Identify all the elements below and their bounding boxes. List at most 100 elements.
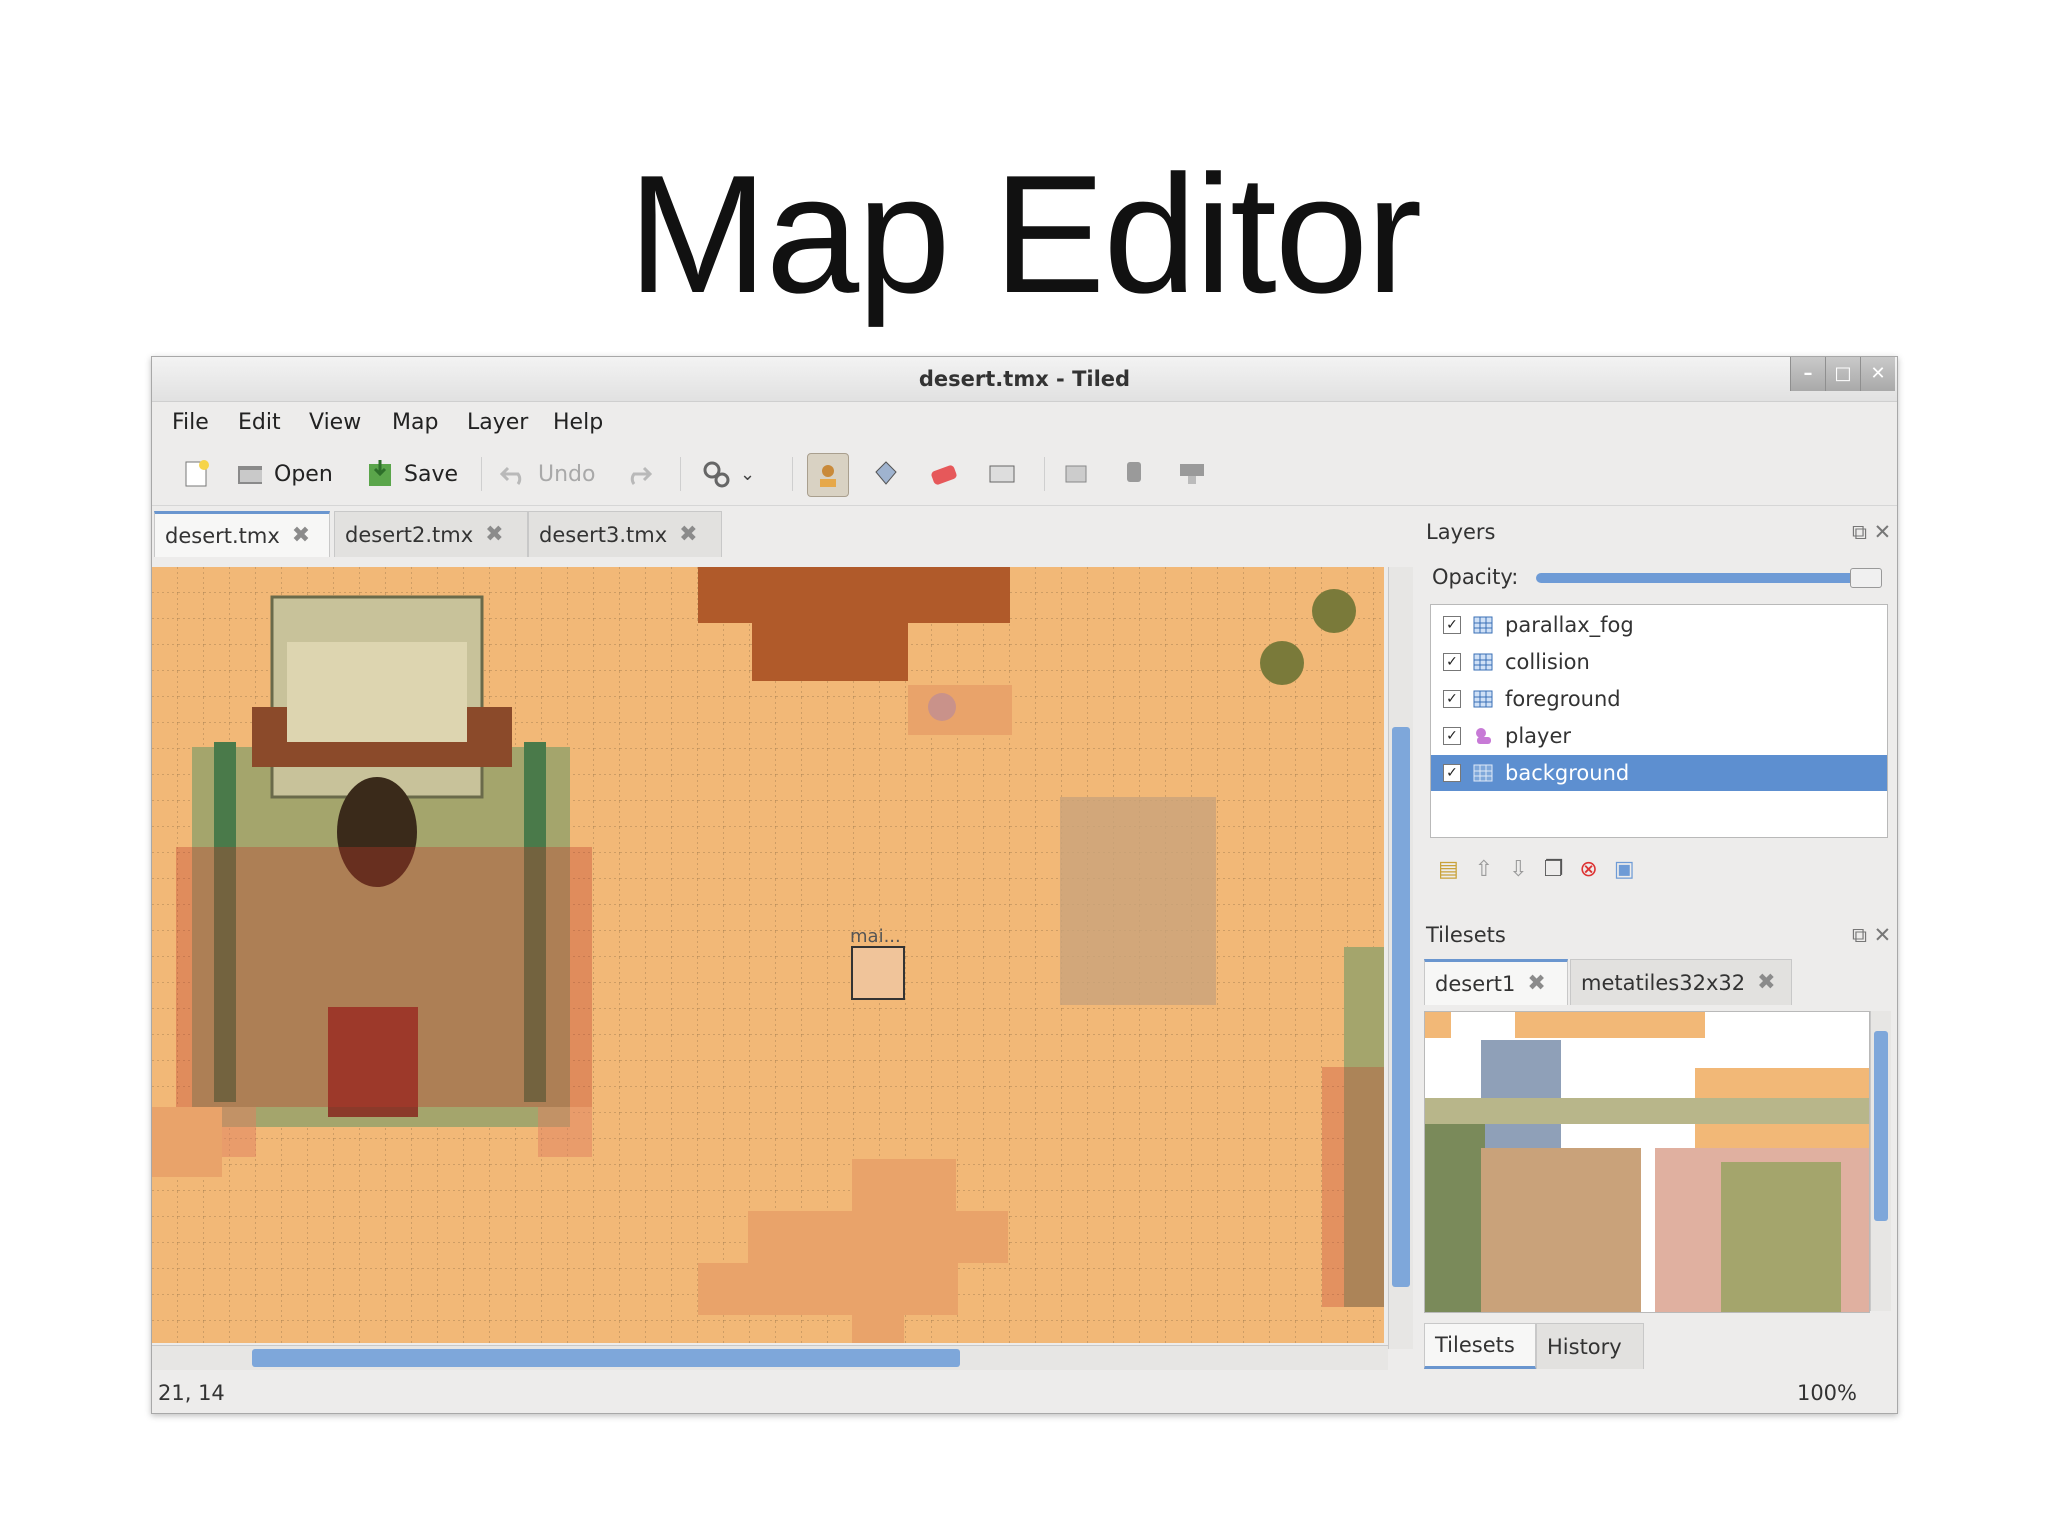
move-layer-up-icon[interactable]: ⇧ xyxy=(1475,857,1493,882)
menu-help[interactable]: Help xyxy=(553,410,603,435)
new-button[interactable] xyxy=(180,453,220,495)
tileset-scrollbar[interactable] xyxy=(1870,1011,1891,1311)
select-objects-tool[interactable] xyxy=(1060,453,1100,495)
redo-button[interactable] xyxy=(622,453,662,495)
tab-label: desert3.tmx xyxy=(539,522,668,547)
stamp-icon xyxy=(820,465,836,487)
layer-properties-icon[interactable]: ▣ xyxy=(1614,857,1635,882)
layer-visibility-checkbox[interactable]: ✓ xyxy=(1443,764,1461,782)
layer-visibility-checkbox[interactable]: ✓ xyxy=(1443,653,1461,671)
bottom-tab-tilesets[interactable]: Tilesets xyxy=(1424,1323,1536,1369)
new-layer-icon[interactable]: ▤ xyxy=(1438,857,1459,882)
bucket-fill-tool[interactable] xyxy=(870,453,910,495)
tab-label: desert.tmx xyxy=(165,523,280,548)
remove-layer-icon[interactable]: ⊗ xyxy=(1579,857,1597,882)
tilesets-panel-title: Tilesets xyxy=(1426,923,1506,947)
layer-name: player xyxy=(1505,724,1572,748)
menu-file[interactable]: File xyxy=(172,410,209,435)
select-rectangle-icon xyxy=(989,465,1015,483)
map-canvas[interactable]: mai... xyxy=(152,567,1384,1343)
layer-player[interactable]: ✓ player xyxy=(1431,718,1887,754)
map-horizontal-scrollbar[interactable] xyxy=(152,1345,1388,1370)
open-label: Open xyxy=(274,461,333,487)
layer-collision[interactable]: ✓ collision xyxy=(1431,644,1887,680)
close-tab-icon[interactable]: ✖ xyxy=(1757,970,1775,995)
save-icon xyxy=(369,460,391,486)
tile-layer-icon xyxy=(1473,764,1493,782)
opacity-label: Opacity: xyxy=(1432,565,1519,589)
layer-visibility-checkbox[interactable]: ✓ xyxy=(1443,727,1461,745)
menu-map[interactable]: Map xyxy=(392,410,438,435)
insert-object-tool[interactable] xyxy=(1118,453,1158,495)
layer-visibility-checkbox[interactable]: ✓ xyxy=(1443,616,1461,634)
new-file-icon xyxy=(185,460,209,487)
close-tab-icon[interactable]: ✖ xyxy=(485,522,503,547)
tileset-image[interactable] xyxy=(1425,1012,1869,1312)
menu-layer[interactable]: Layer xyxy=(467,410,528,435)
minimize-button[interactable]: – xyxy=(1790,357,1825,391)
command-button[interactable]: ⌄ xyxy=(700,453,755,495)
move-layer-down-icon[interactable]: ⇩ xyxy=(1509,857,1527,882)
tileset-tab-metatiles[interactable]: metatiles32x32 ✖ xyxy=(1570,959,1792,1005)
eraser-tool[interactable] xyxy=(928,453,968,495)
zoom-level[interactable]: 100% xyxy=(1797,1381,1857,1405)
bottom-tab-label: History xyxy=(1547,1334,1622,1359)
opacity-slider-handle[interactable] xyxy=(1850,568,1882,588)
layer-visibility-checkbox[interactable]: ✓ xyxy=(1443,690,1461,708)
object-layer-icon xyxy=(1476,728,1491,744)
maximize-button[interactable]: □ xyxy=(1825,357,1860,391)
chevron-down-icon[interactable]: ⌄ xyxy=(740,464,755,485)
close-button[interactable]: ✕ xyxy=(1860,357,1895,391)
close-tab-icon[interactable]: ✖ xyxy=(679,522,697,547)
tile-layer-icon xyxy=(1473,616,1493,634)
save-button[interactable]: Save xyxy=(364,453,458,495)
layer-name: foreground xyxy=(1505,687,1621,711)
layer-background[interactable]: ✓ background xyxy=(1431,755,1887,791)
slide-title: Map Editor xyxy=(627,140,1422,328)
tab-desert3[interactable]: desert3.tmx ✖ xyxy=(528,511,722,557)
map-object[interactable] xyxy=(851,946,905,1000)
layer-parallax-fog[interactable]: ✓ parallax_fog xyxy=(1431,607,1887,643)
close-tab-icon[interactable]: ✖ xyxy=(1527,971,1545,996)
collision-overlay xyxy=(176,847,592,1107)
undo-label: Undo xyxy=(538,461,596,487)
title-bar: desert.tmx - Tiled – □ ✕ xyxy=(152,357,1897,402)
bottom-tab-label: Tilesets xyxy=(1435,1333,1515,1357)
opacity-slider[interactable] xyxy=(1536,573,1880,583)
map-view[interactable]: mai... xyxy=(152,567,1384,1343)
bucket-icon xyxy=(875,461,897,485)
tab-desert2[interactable]: desert2.tmx ✖ xyxy=(334,511,528,557)
tilesets-float-icon[interactable]: ⧉ ✕ xyxy=(1852,923,1891,948)
redo-icon xyxy=(630,466,653,485)
gears-icon xyxy=(703,461,730,488)
undo-icon xyxy=(499,466,522,485)
layer-actions: ▤ ⇧ ⇩ ❐ ⊗ ▣ xyxy=(1438,857,1635,882)
tileset-view[interactable] xyxy=(1424,1011,1870,1313)
eraser-icon xyxy=(931,465,957,485)
layers-list: ✓ parallax_fog ✓ collision ✓ foreground … xyxy=(1430,604,1888,838)
boulder-tile xyxy=(1060,797,1216,1005)
bottom-tab-history[interactable]: History xyxy=(1536,1323,1644,1369)
map-vertical-scrollbar[interactable] xyxy=(1388,567,1413,1349)
close-tab-icon[interactable]: ✖ xyxy=(292,523,310,548)
menu-view[interactable]: View xyxy=(309,410,361,435)
save-label: Save xyxy=(404,461,459,487)
tileset-tab-desert1[interactable]: desert1 ✖ xyxy=(1424,959,1568,1005)
open-button[interactable]: Open xyxy=(234,453,333,495)
tab-desert[interactable]: desert.tmx ✖ xyxy=(154,511,330,557)
toolbar: Open Save Undo ⌄ xyxy=(152,443,1897,506)
insert-tile-icon xyxy=(1180,464,1204,484)
tiled-window: desert.tmx - Tiled – □ ✕ File Edit View … xyxy=(151,356,1898,1414)
undo-button[interactable]: Undo xyxy=(498,453,595,495)
insert-tile-tool[interactable] xyxy=(1176,453,1216,495)
tile-layer-icon xyxy=(1473,653,1493,671)
layers-panel-title: Layers xyxy=(1426,520,1496,544)
layer-foreground[interactable]: ✓ foreground xyxy=(1431,681,1887,717)
layer-name: collision xyxy=(1505,650,1590,674)
stamp-brush-tool[interactable] xyxy=(807,453,849,497)
layer-name: parallax_fog xyxy=(1505,613,1634,637)
rectangle-select-tool[interactable] xyxy=(986,453,1026,495)
duplicate-layer-icon[interactable]: ❐ xyxy=(1544,857,1564,882)
layers-float-icon[interactable]: ⧉ ✕ xyxy=(1852,520,1891,545)
menu-edit[interactable]: Edit xyxy=(238,410,281,435)
